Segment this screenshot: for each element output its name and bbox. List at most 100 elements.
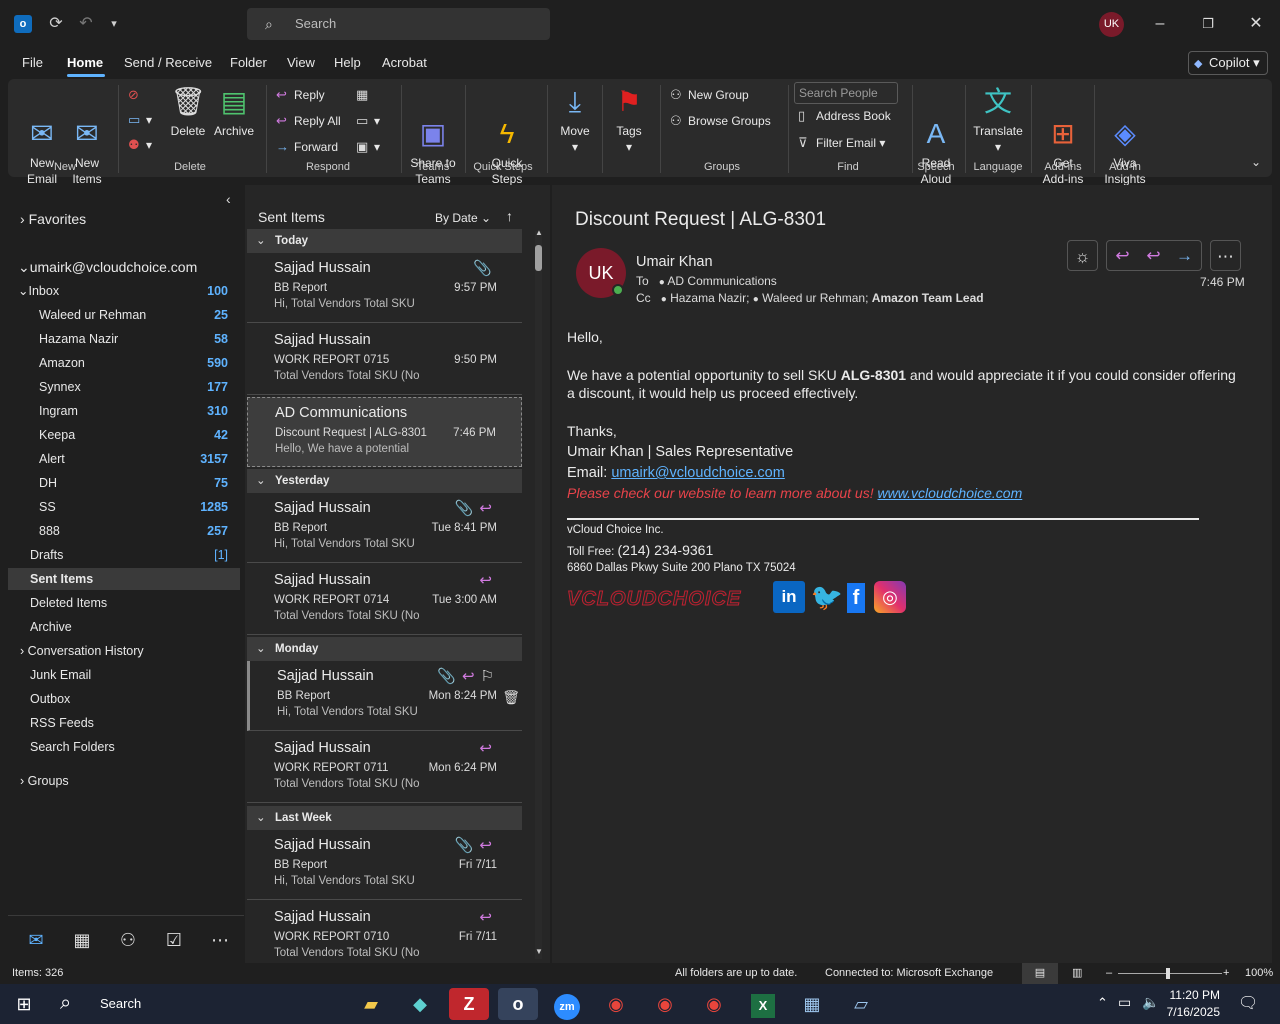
zoom-out-icon[interactable]: – [1106, 963, 1112, 984]
list-item[interactable]: Sajjad Hussain WORK REPORT 0715 Total Ve… [247, 325, 522, 395]
delete-message-icon[interactable]: 🗑 [502, 689, 520, 706]
calculator-icon[interactable]: ▦ [792, 988, 832, 1020]
excel-icon[interactable]: X [743, 988, 783, 1020]
taskbar-search-icon[interactable]: ⌕ [60, 992, 71, 1015]
people-icon[interactable]: ⚇ [116, 928, 140, 952]
menu-file[interactable]: File [22, 55, 43, 70]
delete-button[interactable]: 🗑 Delete [170, 85, 206, 139]
filezilla-icon[interactable]: Z [449, 988, 489, 1020]
network-icon[interactable]: ▭ [1118, 994, 1131, 1011]
folder-archive[interactable]: Archive [8, 616, 240, 638]
group-header-monday[interactable]: ⌄ Monday [247, 637, 522, 661]
reading-view-icon[interactable]: ▥ [1072, 963, 1082, 984]
windows-start-icon[interactable]: ⊞ [4, 988, 44, 1020]
ignore-button[interactable]: ⊘ [128, 87, 146, 103]
facebook-icon[interactable]: f [847, 583, 865, 613]
menu-send-receive[interactable]: Send / Receive [124, 55, 212, 70]
group-header-yesterday[interactable]: ⌄ Yesterday [247, 469, 522, 493]
account-header[interactable]: ⌄umairk@vcloudchoice.com [8, 256, 240, 278]
more-actions-button[interactable]: ⋯ [1210, 240, 1241, 271]
outlook-taskbar-icon[interactable]: o [498, 988, 538, 1020]
favorites-header[interactable]: › Favorites [8, 208, 240, 230]
restore-button[interactable]: ❐ [1193, 10, 1223, 38]
reply-button[interactable]: ↩ Reply [276, 87, 325, 103]
collapse-pane-icon[interactable]: ‹ [226, 191, 231, 207]
scrollbar-thumb[interactable] [535, 245, 542, 271]
reply-all-button[interactable]: ↩ [1138, 240, 1169, 271]
junk-button[interactable]: ⚉ ▾ [128, 137, 152, 153]
list-item[interactable]: Sajjad Hussain WORK REPORT 0711 Total Ve… [247, 733, 522, 803]
chrome-icon[interactable]: ◉ [645, 988, 685, 1020]
list-item[interactable]: Sajjad Hussain BB Report Hi, Total Vendo… [247, 830, 522, 900]
more-modules-icon[interactable]: ⋯ [208, 928, 232, 952]
forward-button[interactable]: → [1169, 240, 1200, 271]
move-button[interactable]: ⤓ Move ▾ [558, 85, 592, 155]
meeting-button[interactable]: ▦ [356, 87, 374, 103]
zoom-level[interactable]: 100% [1245, 963, 1273, 984]
notepad-icon[interactable]: ▱ [841, 988, 881, 1020]
file-explorer-icon[interactable]: ▰ [351, 988, 391, 1020]
customize-toolbar-icon[interactable]: ▾ [104, 14, 124, 34]
group-header-last-week[interactable]: ⌄ Last Week [247, 806, 522, 830]
folder-item[interactable]: 888 257 [8, 520, 240, 542]
ribbon-collapse-icon[interactable]: ⌄ [1251, 155, 1261, 169]
folder-item[interactable]: Hazama Nazir 58 [8, 328, 240, 350]
more-respond-button[interactable]: ▣ ▾ [356, 139, 380, 155]
normal-view-icon[interactable]: ▤ [1022, 963, 1058, 984]
list-item[interactable]: Sajjad Hussain WORK REPORT 0710 Total Ve… [247, 902, 522, 963]
app-icon[interactable]: ◆ [400, 988, 440, 1020]
linkedin-icon[interactable]: in [773, 581, 805, 613]
search-input[interactable]: ⌕ Search [247, 8, 550, 40]
menu-home[interactable]: Home [67, 55, 103, 70]
scroll-down-icon[interactable]: ▼ [535, 947, 543, 956]
folder-item[interactable]: Alert 3157 [8, 448, 240, 470]
minimize-button[interactable]: – [1145, 10, 1175, 38]
filter-email-button[interactable]: ⊽ Filter Email ▾ [798, 135, 885, 151]
folder-item[interactable]: Synnex 177 [8, 376, 240, 398]
sender-name[interactable]: Umair Khan [636, 254, 713, 270]
clock-time[interactable]: 11:20 PM [1166, 988, 1220, 1002]
tags-button[interactable]: ⚑ Tags ▾ [612, 85, 646, 155]
folder-item[interactable]: DH 75 [8, 472, 240, 494]
list-item[interactable]: Sajjad Hussain WORK REPORT 0714 Total Ve… [247, 565, 522, 635]
scroll-up-icon[interactable]: ▲ [535, 228, 543, 237]
folder-item[interactable]: Waleed ur Rehman 25 [8, 304, 240, 326]
list-item[interactable]: AD Communications Discount Request | ALG… [247, 397, 522, 467]
folder-conversation-history[interactable]: › Conversation History [8, 640, 240, 662]
menu-folder[interactable]: Folder [230, 55, 267, 70]
folder-junk-email[interactable]: Junk Email [8, 664, 240, 686]
list-item[interactable]: Sajjad Hussain BB Report Hi, Total Vendo… [247, 493, 522, 563]
group-header-today[interactable]: ⌄ Today [247, 229, 522, 253]
avatar[interactable]: UK [1099, 12, 1124, 37]
folder-inbox[interactable]: ⌄Inbox 100 [8, 280, 240, 302]
volume-icon[interactable]: 🔈 [1142, 994, 1159, 1011]
menu-acrobat[interactable]: Acrobat [382, 55, 427, 70]
menu-view[interactable]: View [287, 55, 315, 70]
flag-icon[interactable]: ⚐ [481, 668, 500, 685]
forward-button[interactable]: → Forward [276, 139, 338, 155]
cleanup-button[interactable]: ▭ ▾ [128, 112, 152, 128]
clock-date[interactable]: 7/16/2025 [1166, 1005, 1220, 1019]
show-hidden-icons[interactable]: ⌃ [1097, 995, 1108, 1011]
undo-icon[interactable]: ↶ [76, 14, 96, 34]
close-button[interactable]: ✕ [1241, 10, 1271, 38]
folder-item[interactable]: Amazon 590 [8, 352, 240, 374]
list-item[interactable]: Sajjad Hussain BB Report Hi, Total Vendo… [247, 253, 522, 323]
search-people-input[interactable]: Search People [794, 82, 898, 104]
chrome-icon[interactable]: ◉ [694, 988, 734, 1020]
sync-icon[interactable]: ⟳ [46, 14, 66, 34]
menu-help[interactable]: Help [334, 55, 361, 70]
folder-rss-feeds[interactable]: RSS Feeds [8, 712, 240, 734]
twitter-icon[interactable]: 🐦 [810, 581, 844, 613]
taskbar-search[interactable]: Search [100, 996, 141, 1011]
folder-item[interactable]: Ingram 310 [8, 400, 240, 422]
zoom-in-icon[interactable]: + [1223, 963, 1229, 984]
folder-sent-items[interactable]: Sent Items [8, 568, 240, 590]
calendar-icon[interactable]: ▦ [70, 928, 94, 952]
zoom-slider-thumb[interactable] [1166, 968, 1170, 979]
folder-search-folders[interactable]: Search Folders [8, 736, 240, 758]
reply-button[interactable]: ↩ [1107, 240, 1138, 271]
new-group-button[interactable]: ⚇ New Group [670, 87, 749, 103]
address-book-button[interactable]: ▯ Address Book [798, 108, 891, 124]
folder-outbox[interactable]: Outbox [8, 688, 240, 710]
